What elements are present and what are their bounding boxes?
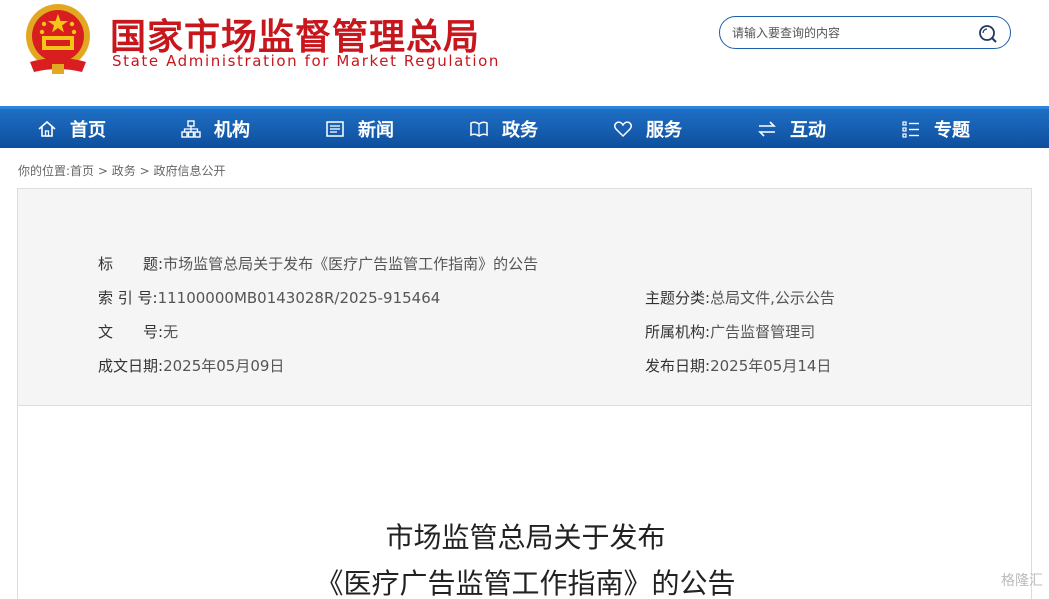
breadcrumb-separator: > [94, 164, 112, 178]
document-meta-panel: 标 题:市场监管总局关于发布《医疗广告监管工作指南》的公告 索 引 号:1110… [17, 188, 1032, 406]
nav-item-news[interactable]: 新闻 [324, 109, 394, 148]
meta-org-label: 所属机构: [645, 323, 711, 341]
meta-written-date-value: 2025年05月09日 [163, 357, 285, 375]
meta-index-label: 索 引 号: [98, 289, 158, 307]
nav-label: 服务 [646, 119, 682, 141]
article-body: 市场监管总局关于发布 《医疗广告监管工作指南》的公告 [17, 406, 1032, 599]
meta-published-date-value: 2025年05月14日 [710, 357, 832, 375]
meta-published-date-row: 发布日期:2025年05月14日 [645, 355, 831, 376]
meta-org-value: 广告监督管理司 [710, 323, 816, 341]
meta-index-row: 索 引 号:11100000MB0143028R/2025-915464 [98, 287, 440, 308]
org-chart-icon [180, 118, 202, 140]
national-emblem-icon[interactable] [22, 2, 94, 78]
nav-item-special-topics[interactable]: 专题 [900, 109, 970, 148]
nav-label: 专题 [934, 119, 970, 141]
meta-docno-label: 文 号: [98, 323, 164, 341]
meta-index-value: 11100000MB0143028R/2025-915464 [157, 289, 441, 307]
meta-category-label: 主题分类: [645, 289, 711, 307]
meta-written-date-label: 成文日期: [98, 357, 164, 375]
breadcrumb-separator: > [135, 164, 154, 178]
meta-category-value: 总局文件,公示公告 [710, 289, 835, 307]
meta-published-date-label: 发布日期: [645, 357, 711, 375]
breadcrumb: 你的位置:首页 > 政务 > 政府信息公开 [18, 162, 225, 179]
watermark: 格隆汇 [1001, 573, 1043, 589]
breadcrumb-government-affairs-link[interactable]: 政务 [112, 164, 136, 178]
meta-written-date-row: 成文日期:2025年05月09日 [98, 355, 284, 376]
nav-label: 新闻 [358, 119, 394, 141]
nav-item-interaction[interactable]: 互动 [756, 109, 826, 148]
list-icon [900, 118, 922, 140]
search-input[interactable] [732, 24, 972, 42]
search-box [719, 16, 1011, 49]
home-icon [36, 118, 58, 140]
meta-title-value: 市场监管总局关于发布《医疗广告监管工作指南》的公告 [163, 255, 539, 273]
search-icon[interactable] [978, 24, 998, 44]
nav-item-services[interactable]: 服务 [612, 109, 682, 148]
article-title-line1: 市场监管总局关于发布 [385, 521, 666, 554]
meta-org-row: 所属机构:广告监督管理司 [645, 321, 815, 342]
article-title-line2: 《医疗广告监管工作指南》的公告 [315, 567, 736, 599]
book-icon [468, 118, 490, 140]
main-nav: 首页 机构 新闻 政务 服务 互动 专题 [0, 106, 1049, 148]
heart-icon [612, 118, 634, 140]
nav-label: 政务 [502, 119, 538, 141]
site-title-english: State Administration for Market Regulati… [112, 52, 501, 70]
news-icon [324, 118, 346, 140]
meta-category-row: 主题分类:总局文件,公示公告 [645, 287, 835, 308]
site-header: 国家市场监督管理总局 State Administration for Mark… [0, 0, 1049, 106]
meta-title-row: 标 题:市场监管总局关于发布《医疗广告监管工作指南》的公告 [98, 253, 538, 274]
breadcrumb-prefix: 你的位置: [18, 164, 71, 178]
nav-item-organization[interactable]: 机构 [180, 109, 250, 148]
nav-item-home[interactable]: 首页 [36, 109, 106, 148]
breadcrumb-home-link[interactable]: 首页 [70, 164, 94, 178]
meta-docno-row: 文 号:无 [98, 321, 178, 342]
nav-item-government-affairs[interactable]: 政务 [468, 109, 538, 148]
nav-label: 互动 [790, 119, 826, 141]
nav-label: 首页 [70, 119, 106, 141]
meta-docno-value: 无 [163, 323, 179, 341]
meta-title-label: 标 题: [98, 255, 164, 273]
breadcrumb-info-disclosure-link[interactable]: 政府信息公开 [153, 164, 225, 178]
exchange-icon [756, 118, 778, 140]
nav-label: 机构 [214, 119, 250, 141]
